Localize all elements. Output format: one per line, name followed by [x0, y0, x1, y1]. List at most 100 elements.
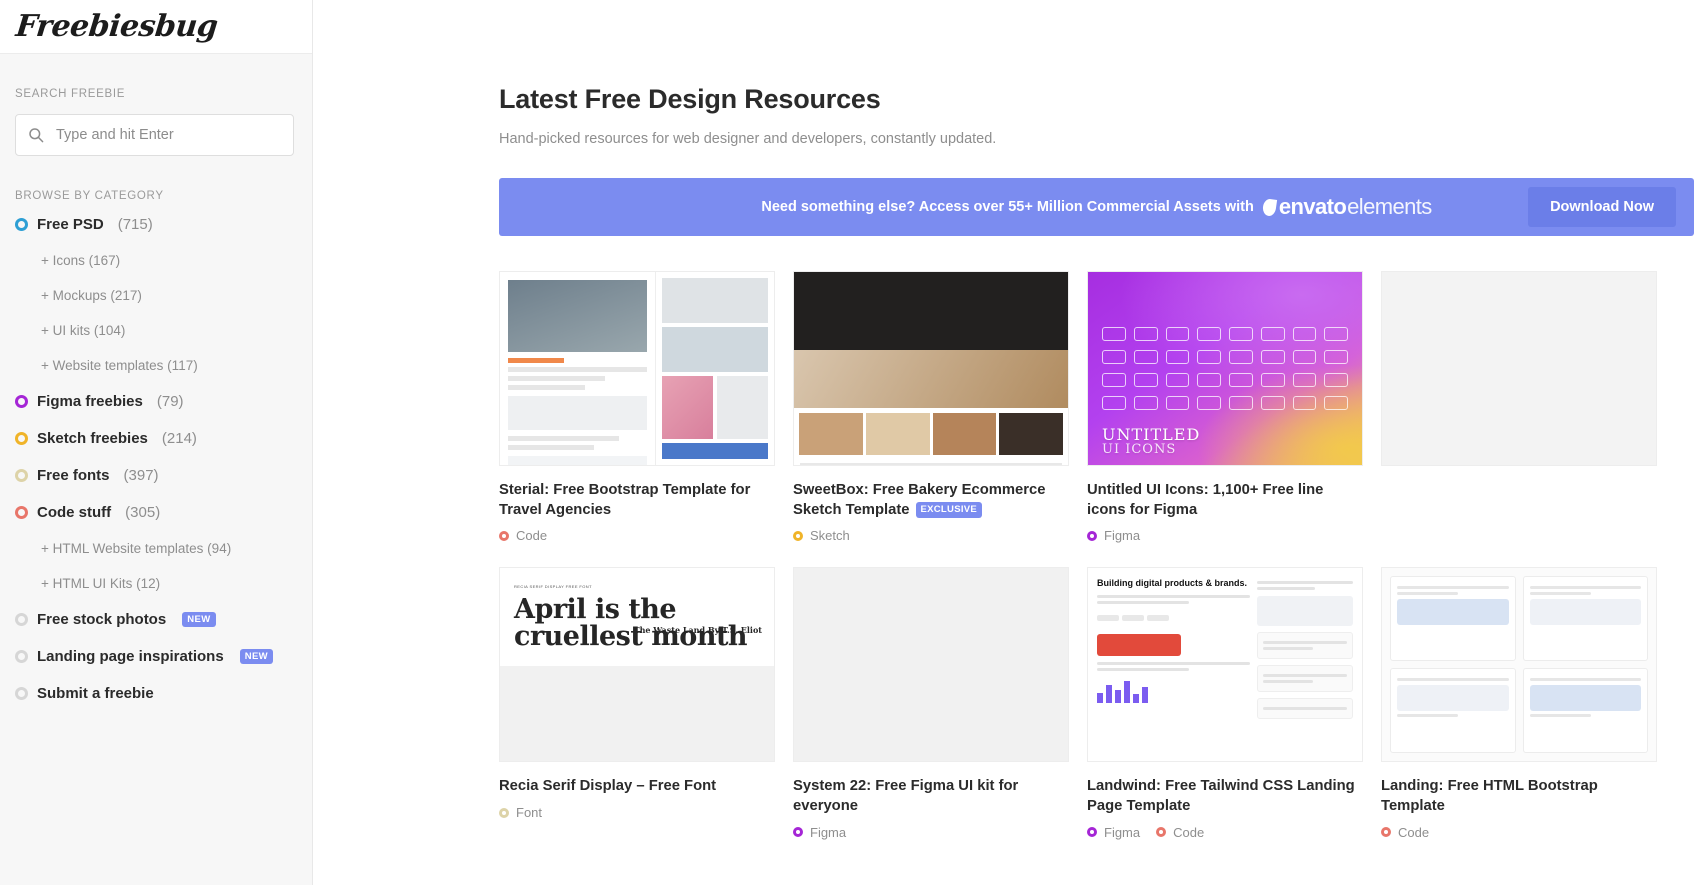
- resource-card[interactable]: System 22 The Figma UI kit for everyone.…: [793, 567, 1069, 840]
- card-tag[interactable]: Code: [1381, 825, 1429, 840]
- sidebar-item-free-stock-photos[interactable]: Free stock photos NEW: [15, 611, 297, 628]
- card-title[interactable]: Landing: Free HTML Bootstrap Template: [1381, 777, 1657, 816]
- thumbnail-kicker: RECIA SERIF DISPLAY FREE FONT: [514, 584, 592, 590]
- tag-dot-icon: [1381, 827, 1391, 838]
- card-thumbnail[interactable]: [499, 271, 775, 466]
- thumbnail-headline: Building digital products & brands.: [1097, 578, 1247, 589]
- sidebar-item-sketch-freebies[interactable]: Sketch freebies (214): [15, 430, 297, 447]
- sidebar: Freebiesbug SEARCH FREEBIE BROWSE BY CAT…: [0, 0, 313, 885]
- bullet-icon: [15, 650, 28, 663]
- bullet-icon: [15, 506, 28, 519]
- card-tags: Font: [499, 805, 775, 820]
- tag-label: Code: [516, 528, 548, 544]
- card-tag[interactable]: Figma: [1087, 825, 1140, 840]
- new-badge: NEW: [239, 649, 274, 664]
- card-title[interactable]: System 22: Free Figma UI kit for everyon…: [793, 777, 1069, 816]
- card-thumbnail[interactable]: UNTITLED UI ICONS: [1087, 271, 1363, 466]
- download-now-button[interactable]: Download Now: [1528, 187, 1676, 227]
- site-logo[interactable]: Freebiesbug: [14, 9, 219, 44]
- resource-card-placeholder[interactable]: [1381, 271, 1657, 543]
- logo-bar: Freebiesbug: [0, 0, 312, 54]
- sidebar-item-code-stuff[interactable]: Code stuff (305): [15, 504, 297, 521]
- subcategory-mockups[interactable]: + Mockups (217): [41, 288, 297, 303]
- main-content: Latest Free Design Resources Hand-picked…: [313, 0, 1704, 885]
- thumbnail-art-landing: [1382, 568, 1656, 762]
- card-tags: Figma: [793, 825, 1069, 840]
- envato-wordmark: envato: [1278, 194, 1347, 219]
- bullet-icon: [15, 687, 28, 700]
- card-title[interactable]: Landwind: Free Tailwind CSS Landing Page…: [1087, 777, 1363, 816]
- thumbnail-wordmark: UNTITLED UI ICONS: [1102, 424, 1201, 457]
- category-count: (214): [161, 430, 197, 447]
- thumbnail-wordmark-line1: UNTITLED: [1102, 424, 1201, 444]
- resource-card[interactable]: Building digital products & brands. Land…: [1087, 567, 1363, 840]
- resource-card[interactable]: RECIA SERIF DISPLAY FREE FONT April is t…: [499, 567, 775, 839]
- subcategory-html-website-templates[interactable]: + HTML Website templates (94): [41, 541, 297, 556]
- sidebar-content: SEARCH FREEBIE BROWSE BY CATEGORY Free P…: [0, 54, 312, 702]
- category-count: (79): [156, 393, 184, 410]
- sidebar-item-landing-page-inspirations[interactable]: Landing page inspirations NEW: [15, 648, 297, 665]
- tag-label: Code: [1173, 824, 1205, 840]
- thumbnail-art-untitled-ui: UNTITLED UI ICONS: [1088, 272, 1362, 465]
- card-tag[interactable]: Figma: [1087, 528, 1140, 543]
- resource-card[interactable]: SweetBox: Free Bakery Ecommerce Sketch T…: [793, 271, 1069, 543]
- card-tags: Code: [1381, 825, 1657, 840]
- search-input[interactable]: [15, 114, 294, 156]
- card-title[interactable]: Untitled UI Icons: 1,100+ Free line icon…: [1087, 481, 1363, 520]
- card-thumbnail[interactable]: [793, 271, 1069, 466]
- page-title: Latest Free Design Resources: [499, 84, 881, 114]
- tag-dot-icon: [499, 807, 509, 818]
- exclusive-badge: EXCLUSIVE: [915, 501, 983, 519]
- tag-dot-icon: [1156, 827, 1167, 838]
- tag-dot-icon: [793, 530, 803, 541]
- resource-card[interactable]: Landing: Free HTML Bootstrap Template Co…: [1381, 567, 1657, 840]
- card-title[interactable]: Sterial: Free Bootstrap Template for Tra…: [499, 481, 775, 520]
- thumbnail-headline: April is the cruellest month: [514, 594, 748, 652]
- search-box: [15, 114, 297, 156]
- subcategory-html-ui-kits[interactable]: + HTML UI Kits (12): [41, 576, 297, 591]
- thumbnail-art-landwind: Building digital products & brands.: [1088, 568, 1362, 762]
- tag-dot-icon: [1087, 827, 1097, 838]
- sidebar-item-free-fonts[interactable]: Free fonts (397): [15, 467, 297, 484]
- card-tag[interactable]: Code: [1156, 825, 1204, 840]
- resource-grid: Sterial: Free Bootstrap Template for Tra…: [499, 271, 1704, 840]
- category-label: Figma freebies: [37, 393, 143, 410]
- tag-label: Sketch: [810, 528, 850, 544]
- envato-elements-logo: envato elements: [1261, 194, 1432, 219]
- promo-message: Need something else? Access over 55+ Mil…: [761, 199, 1254, 215]
- bullet-icon: [15, 218, 28, 231]
- card-thumbnail[interactable]: System 22 The Figma UI kit for everyone.: [793, 567, 1069, 763]
- new-badge: NEW: [182, 612, 216, 627]
- card-thumbnail-placeholder: [1381, 271, 1657, 466]
- subcategory-website-templates[interactable]: + Website templates (117): [41, 358, 297, 373]
- card-tag[interactable]: Sketch: [793, 528, 850, 543]
- card-thumbnail[interactable]: [1381, 567, 1657, 763]
- thumbnail-art-recia: RECIA SERIF DISPLAY FREE FONT April is t…: [500, 568, 774, 667]
- bullet-icon: [15, 469, 28, 482]
- subcategory-ui-kits[interactable]: + UI kits (104): [41, 323, 297, 338]
- category-label: Free PSD: [37, 216, 104, 233]
- browse-section-label: BROWSE BY CATEGORY: [15, 190, 164, 202]
- card-tags: Figma Code: [1087, 825, 1363, 840]
- card-title[interactable]: SweetBox: Free Bakery Ecommerce Sketch T…: [793, 481, 1069, 520]
- category-label: Free fonts: [37, 467, 110, 484]
- bullet-icon: [15, 432, 28, 445]
- tag-label: Figma: [1104, 824, 1141, 840]
- subcategory-icons[interactable]: + Icons (167): [41, 253, 297, 268]
- thumbnail-art-sweetbox: [794, 272, 1068, 465]
- card-title[interactable]: Recia Serif Display – Free Font: [499, 777, 775, 797]
- resource-card[interactable]: UNTITLED UI ICONS Untitled UI Icons: 1,1…: [1087, 271, 1363, 543]
- resource-card[interactable]: Sterial: Free Bootstrap Template for Tra…: [499, 271, 775, 543]
- icon-grid: [1102, 327, 1348, 410]
- sidebar-item-free-psd[interactable]: Free PSD (715): [15, 216, 297, 233]
- card-tag[interactable]: Code: [499, 528, 547, 543]
- envato-leaf-icon: [1261, 197, 1277, 217]
- bullet-icon: [15, 395, 28, 408]
- card-tag[interactable]: Figma: [793, 825, 846, 840]
- sidebar-item-figma-freebies[interactable]: Figma freebies (79): [15, 393, 297, 410]
- category-label: Code stuff: [37, 504, 112, 521]
- sidebar-item-submit-a-freebie[interactable]: Submit a freebie: [15, 685, 297, 702]
- card-thumbnail[interactable]: Building digital products & brands.: [1087, 567, 1363, 763]
- card-thumbnail[interactable]: RECIA SERIF DISPLAY FREE FONT April is t…: [499, 567, 775, 763]
- card-tag[interactable]: Font: [499, 805, 542, 820]
